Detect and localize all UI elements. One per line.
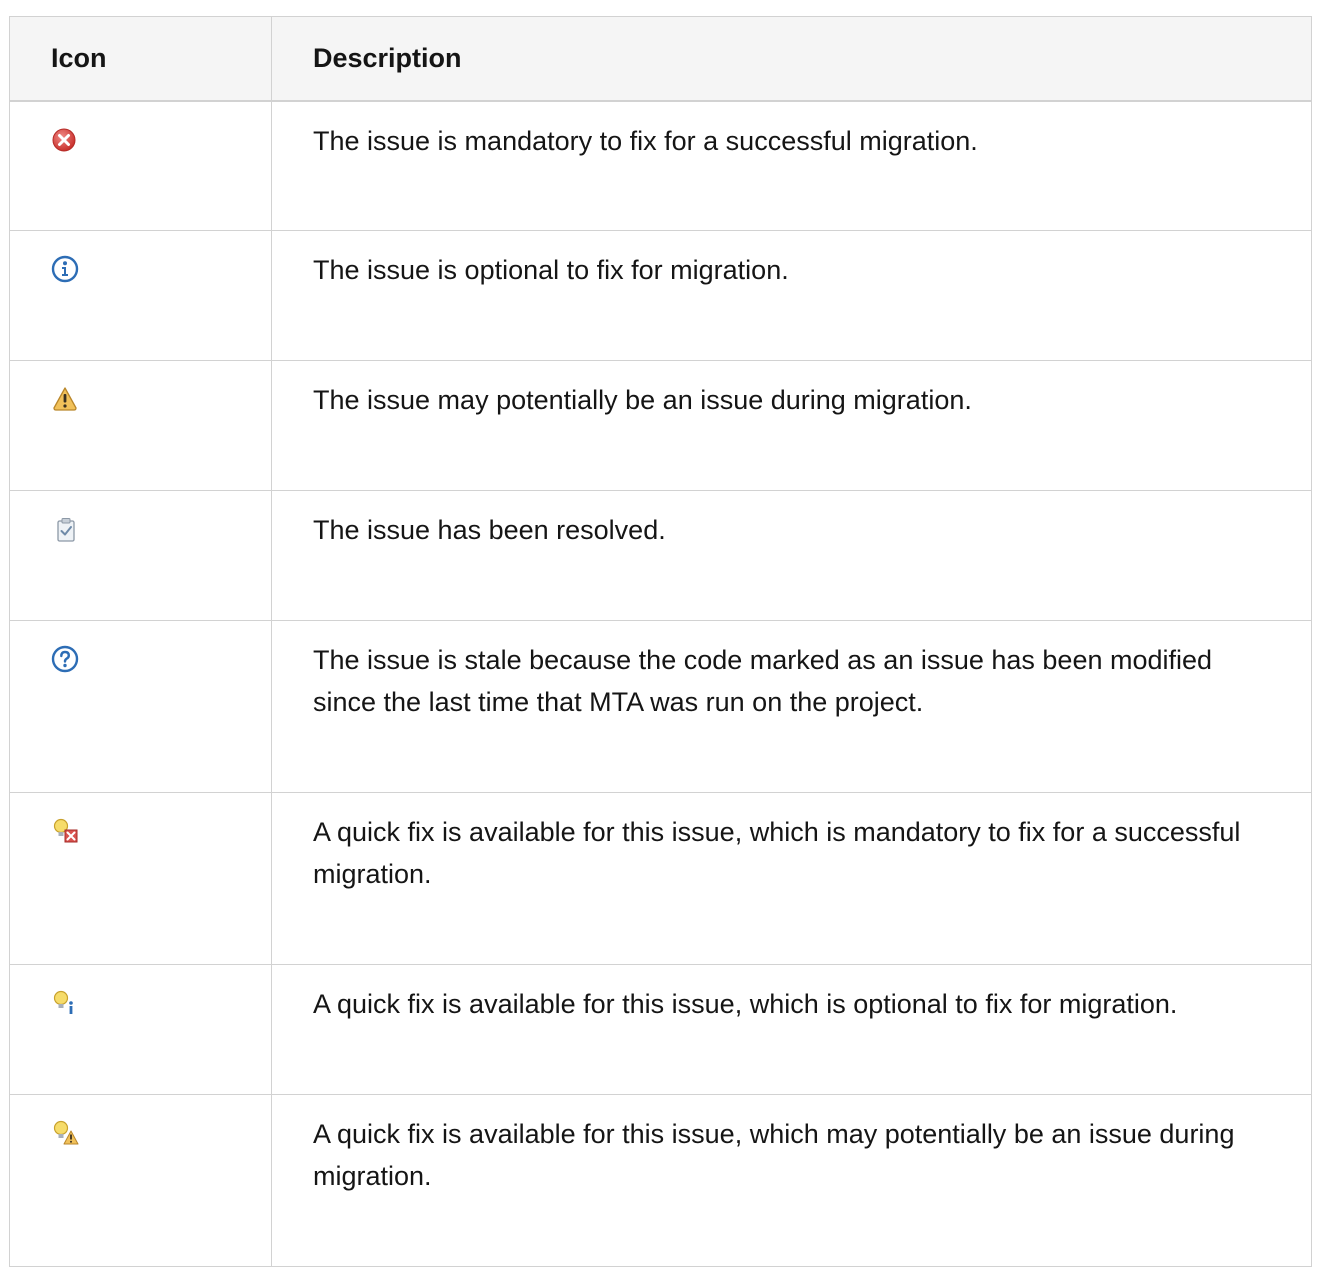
quickfix-info-icon (53, 990, 73, 1014)
question-icon (51, 645, 79, 673)
table-header-row: Icon Description (9, 16, 1312, 102)
table-row: The issue is mandatory to fix for a succ… (9, 100, 1312, 231)
table-row: The issue may potentially be an issue du… (9, 360, 1312, 491)
warning-icon (53, 387, 77, 411)
table-row: A quick fix is available for this issue,… (9, 964, 1312, 1095)
icon-cell (9, 360, 272, 491)
description-cell: The issue has been resolved. (271, 490, 1312, 621)
table-row: A quick fix is available for this issue,… (9, 1094, 1312, 1267)
description-cell: The issue is optional to fix for migrati… (271, 230, 1312, 361)
header-icon: Icon (9, 16, 272, 102)
icon-cell (9, 230, 272, 361)
description-cell: The issue is stale because the code mark… (271, 620, 1312, 793)
info-icon (51, 255, 79, 283)
error-icon (52, 128, 76, 151)
icon-cell (9, 1094, 272, 1267)
icon-cell (9, 100, 272, 231)
icon-legend-table: Icon Description The issue is mandatory … (9, 16, 1312, 1267)
description-cell: The issue is mandatory to fix for a succ… (271, 100, 1312, 231)
resolved-clipboard-icon (57, 518, 75, 542)
icon-cell (9, 792, 272, 965)
icon-cell (9, 964, 272, 1095)
description-cell: A quick fix is available for this issue,… (271, 964, 1312, 1095)
table-row: A quick fix is available for this issue,… (9, 792, 1312, 965)
icon-cell (9, 620, 272, 793)
table-row: The issue is stale because the code mark… (9, 620, 1312, 793)
description-cell: A quick fix is available for this issue,… (271, 792, 1312, 965)
description-cell: The issue may potentially be an issue du… (271, 360, 1312, 491)
table-row: The issue has been resolved. (9, 490, 1312, 621)
quickfix-warning-icon (53, 1120, 79, 1145)
quickfix-error-icon (53, 818, 78, 843)
header-description: Description (271, 16, 1312, 102)
description-cell: A quick fix is available for this issue,… (271, 1094, 1312, 1267)
table-row: The issue is optional to fix for migrati… (9, 230, 1312, 361)
icon-cell (9, 490, 272, 621)
